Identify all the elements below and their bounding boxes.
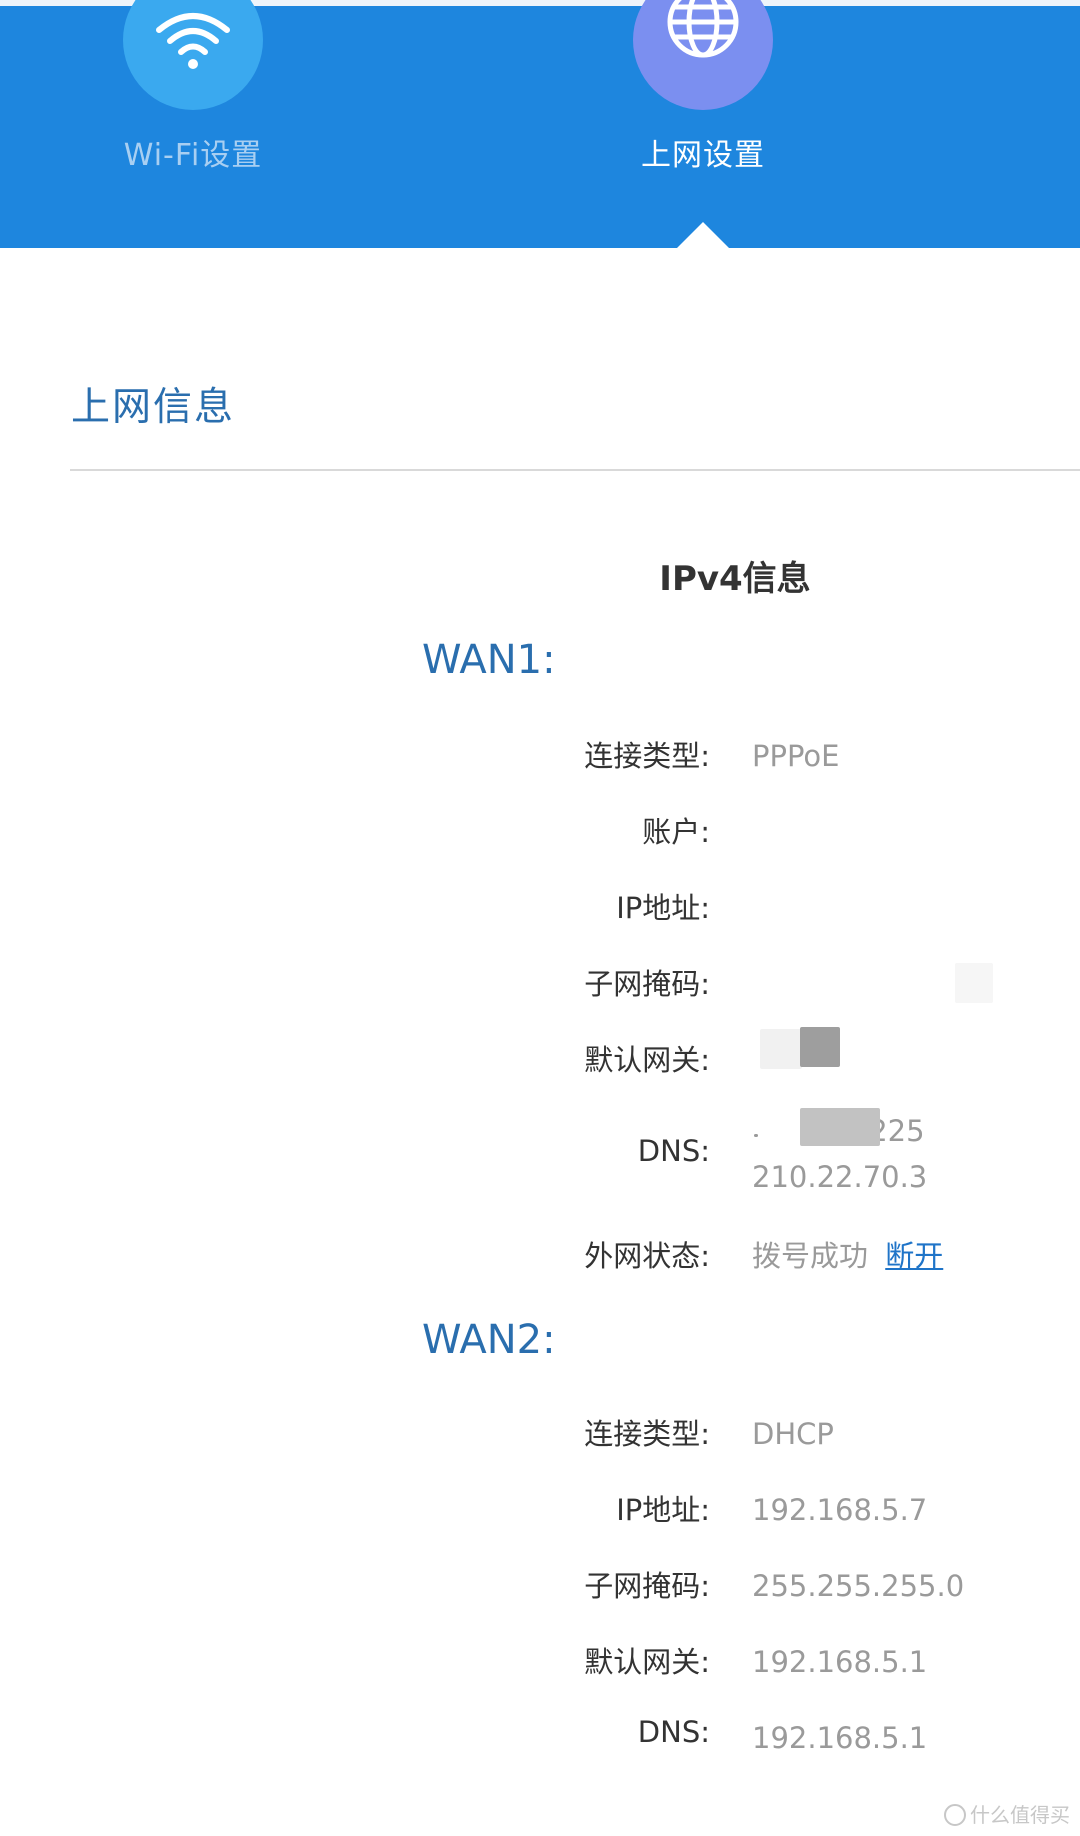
wifi-icon-circle bbox=[123, 0, 263, 110]
globe-icon-circle bbox=[633, 0, 773, 110]
row-value: 192.168.5.7 bbox=[752, 1493, 928, 1527]
wan2-row-connection-type: 连接类型: DHCP bbox=[0, 1411, 1080, 1455]
row-label: IP地址: bbox=[616, 1493, 710, 1527]
redaction-block bbox=[754, 1134, 758, 1137]
globe-icon bbox=[667, 0, 739, 58]
row-label: DNS: bbox=[637, 1134, 710, 1168]
redaction-block bbox=[800, 1027, 840, 1067]
row-label: 默认网关: bbox=[584, 1645, 710, 1679]
wan1-row-wan-status: 外网状态: 拨号成功 断开 bbox=[0, 1233, 1080, 1277]
row-value: 192.168.5.1 bbox=[752, 1645, 928, 1679]
wan2-row-subnet-mask: 子网掩码: 255.255.255.0 bbox=[0, 1563, 1080, 1607]
row-value: 拨号成功 断开 bbox=[752, 1233, 943, 1279]
watermark-logo-icon bbox=[944, 1804, 966, 1826]
row-label: IP地址: bbox=[616, 891, 710, 925]
row-label: 连接类型: bbox=[584, 739, 710, 773]
row-value: 255.255.255.0 bbox=[752, 1569, 965, 1603]
top-nav-bar: Wi-Fi设置 上网设置 bbox=[0, 0, 1080, 249]
router-status-page: Wi-Fi设置 上网设置 上网信息 IPv4信息 WAN1: 连接类型: PPP… bbox=[0, 0, 1080, 1836]
status-text: 拨号成功 bbox=[752, 1239, 869, 1273]
row-value: DHCP bbox=[752, 1417, 834, 1451]
row-label: 连接类型: bbox=[584, 1417, 710, 1451]
section-title: 上网信息 bbox=[71, 385, 236, 430]
row-label: DNS: bbox=[637, 1715, 710, 1749]
wan1-row-account: 账户: bbox=[0, 809, 1080, 853]
row-value: PPPoE bbox=[752, 739, 840, 773]
wan2-heading: WAN2: bbox=[422, 1317, 556, 1363]
disconnect-link[interactable]: 断开 bbox=[885, 1239, 943, 1273]
wan1-row-subnet-mask: 子网掩码: bbox=[0, 961, 1080, 1005]
row-value: 192.168.5.1 bbox=[752, 1721, 928, 1755]
wan2-row-ip-address: IP地址: 192.168.5.7 bbox=[0, 1487, 1080, 1531]
watermark-text: 什么值得买 bbox=[970, 1803, 1070, 1827]
wan1-row-ip-address: IP地址: bbox=[0, 885, 1080, 929]
row-label: 默认网关: bbox=[584, 1043, 710, 1077]
redaction-block bbox=[800, 1108, 880, 1146]
row-label: 外网状态: bbox=[584, 1239, 710, 1273]
wan1-row-dns: DNS: .225 210.22.70.3 bbox=[0, 1108, 1080, 1198]
wan2-row-dns: DNS: 192.168.5.1 bbox=[0, 1715, 1080, 1759]
watermark: 什么值得买 bbox=[944, 1799, 1070, 1828]
row-value-secondary: 210.22.70.3 bbox=[752, 1160, 928, 1194]
redaction-block bbox=[760, 1029, 802, 1069]
nav-tab-label: Wi-Fi设置 bbox=[123, 138, 263, 173]
row-label: 账户: bbox=[642, 815, 710, 849]
section-divider bbox=[70, 469, 1080, 471]
row-label: 子网掩码: bbox=[584, 1569, 710, 1603]
redaction-block bbox=[955, 963, 993, 1003]
ipv4-heading: IPv4信息 bbox=[659, 559, 811, 599]
wifi-icon bbox=[156, 13, 230, 69]
row-label: 子网掩码: bbox=[584, 967, 710, 1001]
nav-tab-label: 上网设置 bbox=[641, 138, 765, 173]
wan1-row-default-gateway: 默认网关: bbox=[0, 1027, 1080, 1081]
active-tab-indicator bbox=[676, 222, 730, 249]
wan1-heading: WAN1: bbox=[422, 637, 556, 683]
wan2-row-default-gateway: 默认网关: 192.168.5.1 bbox=[0, 1639, 1080, 1683]
wan1-row-connection-type: 连接类型: PPPoE bbox=[0, 733, 1080, 777]
